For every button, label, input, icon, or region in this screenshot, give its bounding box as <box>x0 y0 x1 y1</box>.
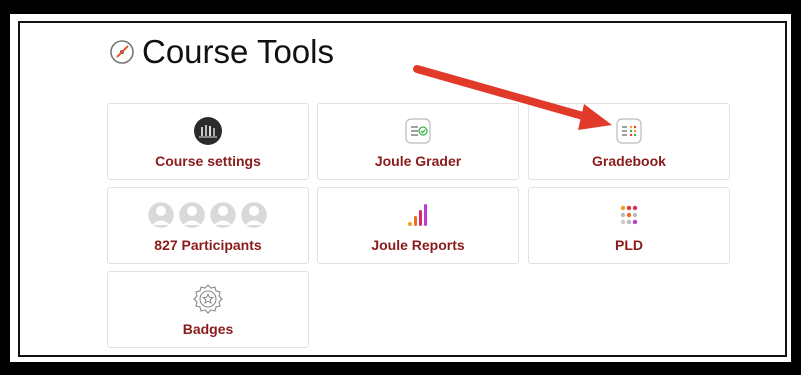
tile-joule-grader[interactable]: Joule Grader <box>317 103 519 180</box>
gauge-icon <box>110 40 134 64</box>
tile-gradebook[interactable]: Gradebook <box>528 103 730 180</box>
tile-label: Badges <box>182 321 234 337</box>
tile-joule-reports[interactable]: Joule Reports <box>317 187 519 264</box>
page-title: Course Tools <box>108 33 334 71</box>
grader-check-icon <box>405 118 431 144</box>
tile-label: PLD <box>615 237 643 253</box>
tile-participants[interactable]: 827 Participants <box>107 187 309 264</box>
course-photo-icon <box>194 117 222 145</box>
tile-label: Joule Reports <box>371 237 465 253</box>
gradebook-grid-icon <box>616 118 642 144</box>
page-title-text: Course Tools <box>142 33 334 70</box>
participants-avatars-icon <box>146 200 269 230</box>
dot-matrix-icon <box>620 205 638 225</box>
tile-label: 827 Participants <box>154 237 262 253</box>
tile-badges[interactable]: Badges <box>107 271 309 348</box>
bar-chart-icon <box>408 204 427 226</box>
tile-pld[interactable]: PLD <box>528 187 730 264</box>
tile-label: Course settings <box>155 153 261 169</box>
tile-label: Gradebook <box>592 153 666 169</box>
badge-star-icon <box>193 284 223 314</box>
tile-course-settings[interactable]: Course settings <box>107 103 309 180</box>
tile-label: Joule Grader <box>374 153 462 169</box>
